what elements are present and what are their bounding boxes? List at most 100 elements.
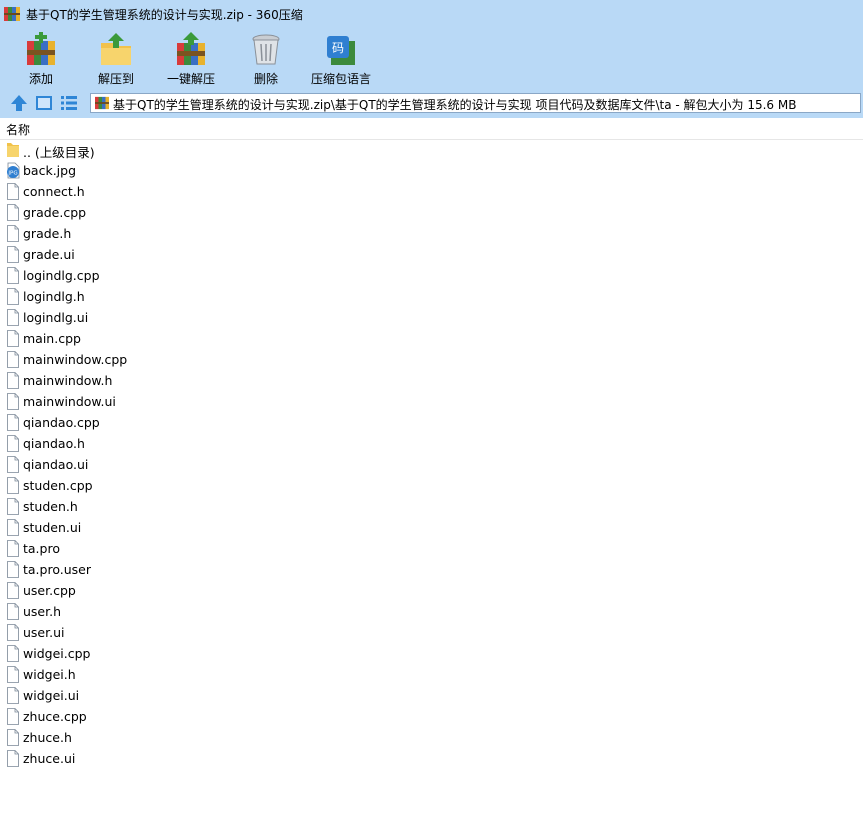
file-name: ta.pro bbox=[23, 541, 60, 556]
file-row[interactable]: studen.h bbox=[0, 496, 300, 517]
list-view-icon[interactable] bbox=[59, 93, 79, 113]
file-row[interactable]: zhuce.h bbox=[0, 727, 300, 748]
extract-to-icon bbox=[101, 33, 131, 65]
file-name: user.ui bbox=[23, 625, 65, 640]
archive-language-label: 压缩包语言 bbox=[310, 72, 371, 86]
file-icon bbox=[7, 666, 19, 683]
file-icon bbox=[7, 225, 19, 242]
file-name: zhuce.h bbox=[23, 730, 72, 745]
one-click-extract-button[interactable]: 一键解压 bbox=[154, 28, 228, 90]
jpg-image-icon: JPG bbox=[7, 162, 20, 179]
archive-language-button[interactable]: 码 压缩包语言 bbox=[304, 28, 378, 90]
file-row[interactable]: ta.pro.user bbox=[0, 559, 300, 580]
file-name: grade.cpp bbox=[23, 205, 87, 220]
extract-to-label: 解压到 bbox=[97, 72, 134, 86]
folder-icon bbox=[7, 143, 19, 157]
file-row[interactable]: grade.ui bbox=[0, 244, 300, 265]
file-row[interactable]: mainwindow.h bbox=[0, 370, 300, 391]
file-row[interactable]: grade.h bbox=[0, 223, 300, 244]
file-icon bbox=[7, 288, 19, 305]
file-name: studen.ui bbox=[23, 520, 82, 535]
add-button[interactable]: 添加 bbox=[4, 28, 78, 90]
file-row[interactable]: mainwindow.cpp bbox=[0, 349, 300, 370]
file-name: widgei.h bbox=[23, 667, 76, 682]
file-icon bbox=[7, 435, 19, 452]
file-name: zhuce.ui bbox=[23, 751, 76, 766]
file-row[interactable]: ta.pro bbox=[0, 538, 300, 559]
file-icon bbox=[7, 561, 19, 578]
file-row[interactable]: widgei.ui bbox=[0, 685, 300, 706]
delete-trash-icon bbox=[252, 34, 280, 65]
file-icon bbox=[7, 582, 19, 599]
column-header-name[interactable]: 名称 bbox=[0, 118, 863, 140]
file-icon bbox=[7, 351, 19, 368]
file-row[interactable]: logindlg.cpp bbox=[0, 265, 300, 286]
file-row[interactable]: logindlg.h bbox=[0, 286, 300, 307]
file-name: mainwindow.ui bbox=[23, 394, 116, 409]
delete-button[interactable]: 删除 bbox=[229, 28, 303, 90]
thumbnail-view-icon[interactable] bbox=[34, 93, 54, 113]
archive-language-icon: 码 bbox=[327, 36, 355, 65]
file-icon bbox=[7, 393, 19, 410]
file-name: main.cpp bbox=[23, 331, 81, 346]
file-icon bbox=[7, 372, 19, 389]
file-name: qiandao.ui bbox=[23, 457, 89, 472]
svg-text:JPG: JPG bbox=[7, 171, 17, 177]
file-icon bbox=[7, 477, 19, 494]
file-icon bbox=[7, 183, 19, 200]
file-row[interactable]: widgei.h bbox=[0, 664, 300, 685]
title-bar: 基于QT的学生管理系统的设计与实现.zip - 360压缩 bbox=[0, 0, 863, 28]
file-row[interactable]: qiandao.ui bbox=[0, 454, 300, 475]
file-row[interactable]: main.cpp bbox=[0, 328, 300, 349]
file-name: widgei.ui bbox=[23, 688, 80, 703]
parent-directory-row[interactable]: .. (上级目录) bbox=[0, 139, 300, 160]
file-name: back.jpg bbox=[23, 163, 77, 178]
zip-archive-icon bbox=[4, 7, 20, 21]
file-row[interactable]: connect.h bbox=[0, 181, 300, 202]
file-row[interactable]: widgei.cpp bbox=[0, 643, 300, 664]
delete-label: 删除 bbox=[253, 72, 278, 86]
file-icon bbox=[7, 267, 19, 284]
file-row[interactable]: user.ui bbox=[0, 622, 300, 643]
add-label: 添加 bbox=[28, 72, 53, 86]
one-click-extract-icon bbox=[177, 32, 205, 65]
file-name: qiandao.h bbox=[23, 436, 85, 451]
file-row[interactable]: qiandao.h bbox=[0, 433, 300, 454]
file-row[interactable]: studen.ui bbox=[0, 517, 300, 538]
file-name: widgei.cpp bbox=[23, 646, 91, 661]
add-archive-icon bbox=[27, 32, 55, 65]
window-title: 基于QT的学生管理系统的设计与实现.zip - 360压缩 bbox=[26, 8, 303, 22]
file-icon bbox=[7, 540, 19, 557]
file-icon bbox=[7, 603, 19, 620]
file-row[interactable]: qiandao.cpp bbox=[0, 412, 300, 433]
file-icon bbox=[7, 309, 19, 326]
file-name: logindlg.cpp bbox=[23, 268, 100, 283]
file-row[interactable]: zhuce.ui bbox=[0, 748, 300, 769]
file-name: grade.ui bbox=[23, 247, 75, 262]
file-icon bbox=[7, 519, 19, 536]
up-arrow-icon[interactable] bbox=[9, 93, 29, 113]
file-row[interactable]: logindlg.ui bbox=[0, 307, 300, 328]
file-row[interactable]: user.h bbox=[0, 601, 300, 622]
file-row[interactable]: mainwindow.ui bbox=[0, 391, 300, 412]
one-click-extract-label: 一键解压 bbox=[166, 72, 215, 86]
file-name: qiandao.cpp bbox=[23, 415, 100, 430]
file-name: studen.cpp bbox=[23, 478, 93, 493]
file-name: user.cpp bbox=[23, 583, 76, 598]
file-name: logindlg.h bbox=[23, 289, 85, 304]
file-row[interactable]: zhuce.cpp bbox=[0, 706, 300, 727]
file-icon bbox=[7, 624, 19, 641]
file-row[interactable]: user.cpp bbox=[0, 580, 300, 601]
file-row[interactable]: studen.cpp bbox=[0, 475, 300, 496]
file-name: connect.h bbox=[23, 184, 85, 199]
file-list: 名称 .. (上级目录) JPG back.jpg connect.h grade.c… bbox=[0, 118, 863, 820]
file-row[interactable]: JPG back.jpg bbox=[0, 160, 300, 181]
column-header-label: 名称 bbox=[6, 123, 31, 137]
file-row[interactable]: grade.cpp bbox=[0, 202, 300, 223]
toolbar: 添加 解压到 一键解压 删除 码 压缩包语言 bbox=[0, 28, 863, 90]
address-path: 基于QT的学生管理系统的设计与实现.zip\基于QT的学生管理系统的设计与实现 … bbox=[113, 98, 797, 112]
file-name: ta.pro.user bbox=[23, 562, 91, 577]
file-icon bbox=[7, 645, 19, 662]
address-bar[interactable]: 基于QT的学生管理系统的设计与实现.zip\基于QT的学生管理系统的设计与实现 … bbox=[90, 93, 861, 113]
extract-to-button[interactable]: 解压到 bbox=[79, 28, 153, 90]
